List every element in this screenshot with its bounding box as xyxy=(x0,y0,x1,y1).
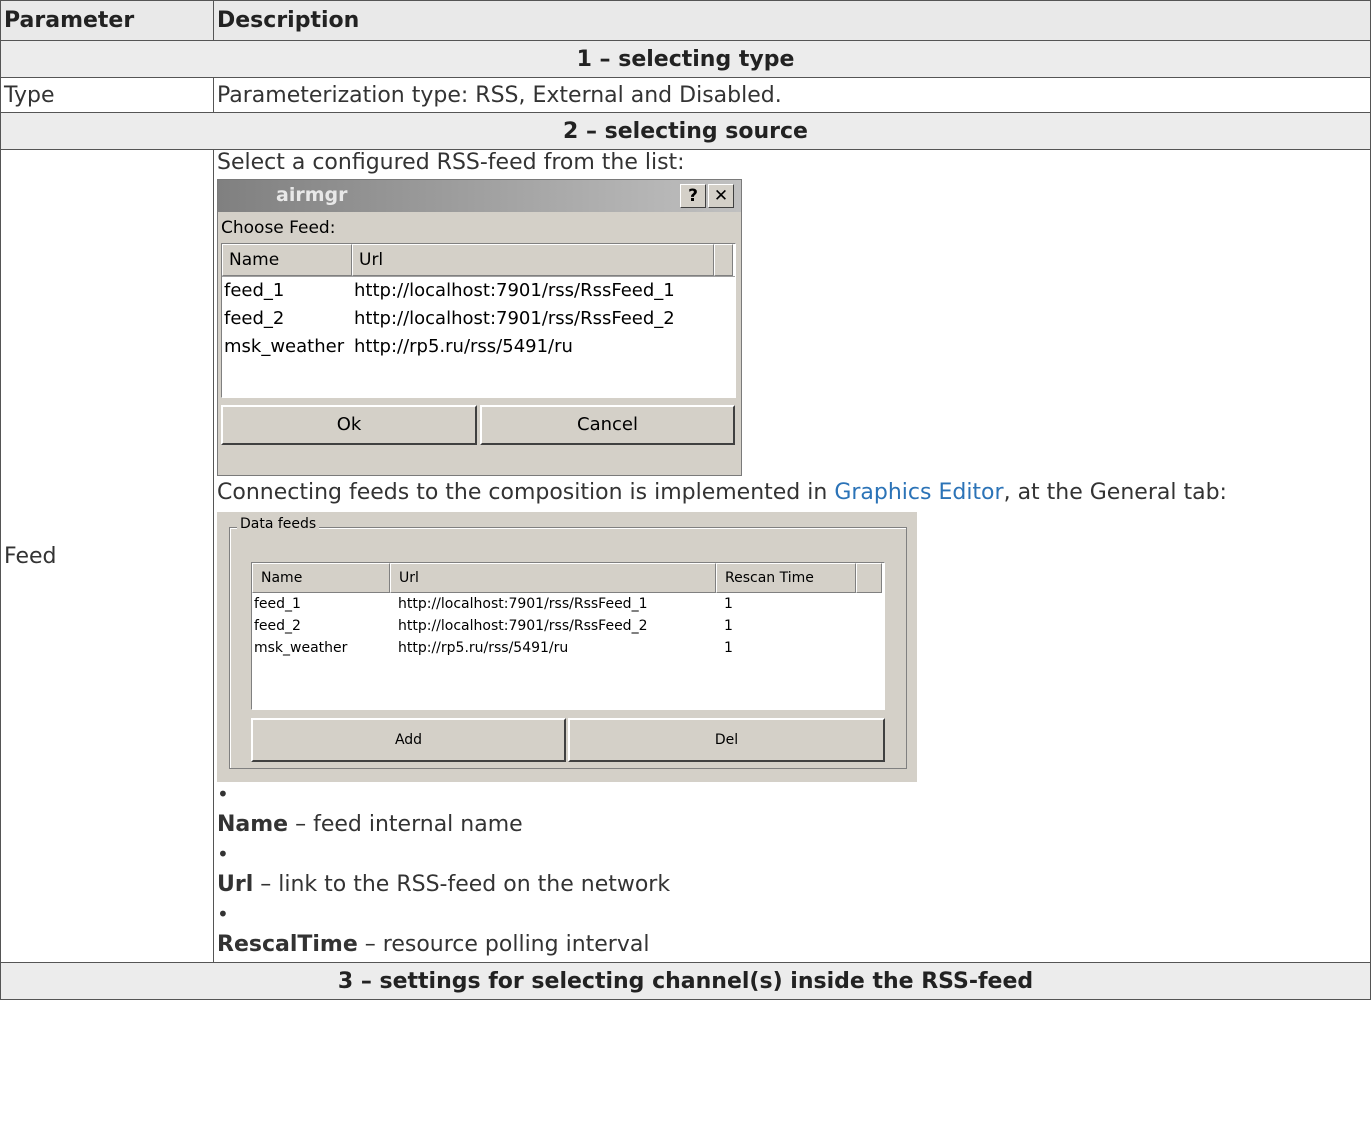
choose-feed-dialog: airmgr ? ✕ Choose Feed: Name Url feed_1 … xyxy=(217,179,742,476)
table-row: Feed Select a configured RSS-feed from t… xyxy=(0,149,1371,963)
bullet-term: Url xyxy=(217,872,254,897)
data-feeds-panel: Data feeds Name Url Rescan Time feed_1 h… xyxy=(217,512,917,782)
section-3-title: 3 – settings for selecting channel(s) in… xyxy=(0,962,1371,1000)
add-button[interactable]: Add xyxy=(251,718,566,762)
bullet-text: – feed internal name xyxy=(288,812,523,837)
close-icon[interactable]: ✕ xyxy=(708,184,734,208)
list-item[interactable]: msk_weather http://rp5.ru/rss/5491/ru xyxy=(222,333,735,361)
section-1-title: 1 – selecting type xyxy=(0,40,1371,78)
table-row[interactable]: msk_weather http://rp5.ru/rss/5491/ru 1 xyxy=(252,637,884,659)
list-item[interactable]: feed_2 http://localhost:7901/rss/RssFeed… xyxy=(222,305,735,333)
bullet-item: Name – feed internal name xyxy=(217,808,1367,842)
param-type: Type xyxy=(0,77,214,113)
dialog-titlebar: airmgr ? ✕ xyxy=(218,180,741,212)
feed-intro: Select a configured RSS-feed from the li… xyxy=(217,150,685,175)
feed-name: msk_weather xyxy=(254,640,348,656)
section-row: 1 – selecting type xyxy=(0,40,1371,78)
column-header-name[interactable]: Name xyxy=(252,563,390,593)
desc-type: Parameterization type: RSS, External and… xyxy=(213,77,1371,113)
feed-name: feed_2 xyxy=(254,618,301,634)
ok-button[interactable]: Ok xyxy=(221,405,477,445)
feed-rescan-time: 1 xyxy=(724,640,733,656)
feed-rescan-time: 1 xyxy=(724,596,733,612)
graphics-editor-link[interactable]: Graphics Editor xyxy=(834,480,1003,505)
list-header: Name Url xyxy=(222,244,735,277)
column-header-url[interactable]: Url xyxy=(352,244,714,276)
desc-feed: Select a configured RSS-feed from the li… xyxy=(213,149,1371,963)
header-parameter: Parameter xyxy=(0,0,214,41)
bullet-text: – resource polling interval xyxy=(357,932,650,957)
feed-name: feed_2 xyxy=(224,308,285,329)
feed-name: feed_1 xyxy=(224,280,285,301)
feed-url: http://rp5.ru/rss/5491/ru xyxy=(354,336,573,357)
section-row: 3 – settings for selecting channel(s) in… xyxy=(0,962,1371,1000)
table-header-row: Parameter Description xyxy=(0,0,1371,41)
feed-rescan-time: 1 xyxy=(724,618,733,634)
list-item[interactable]: feed_1 http://localhost:7901/rss/RssFeed… xyxy=(222,277,735,305)
connecting-text: Connecting feeds to the composition is i… xyxy=(217,478,1367,508)
table-row: Type Parameterization type: RSS, Externa… xyxy=(0,77,1371,113)
del-button[interactable]: Del xyxy=(568,718,885,762)
bullet-text: – link to the RSS-feed on the network xyxy=(253,872,671,897)
feed-url: http://rp5.ru/rss/5491/ru xyxy=(398,640,569,656)
param-feed: Feed xyxy=(0,149,214,963)
column-header-rescan-time[interactable]: Rescan Time xyxy=(716,563,856,593)
feed-listbox[interactable]: Name Url feed_1 http://localhost:7901/rs… xyxy=(221,243,736,398)
connecting-text-before: Connecting feeds to the composition is i… xyxy=(217,480,835,505)
section-2-title: 2 – selecting source xyxy=(0,112,1371,150)
data-feeds-legend: Data feeds xyxy=(237,516,320,532)
choose-feed-label: Choose Feed: xyxy=(221,218,336,238)
column-header-url[interactable]: Url xyxy=(390,563,716,593)
feed-name: msk_weather xyxy=(224,336,345,357)
feed-url: http://localhost:7901/rss/RssFeed_1 xyxy=(398,596,648,612)
list-header: Name Url Rescan Time xyxy=(252,563,884,593)
feed-url: http://localhost:7901/rss/RssFeed_1 xyxy=(354,280,675,301)
help-icon[interactable]: ? xyxy=(680,184,706,208)
feed-name: feed_1 xyxy=(254,596,301,612)
feed-url: http://localhost:7901/rss/RssFeed_2 xyxy=(398,618,648,634)
column-header-filler xyxy=(856,563,882,593)
column-header-filler xyxy=(714,244,733,276)
cancel-button[interactable]: Cancel xyxy=(480,405,735,445)
bullet-item: Url – link to the RSS-feed on the networ… xyxy=(217,868,1367,902)
bullet-icon: • xyxy=(217,842,229,866)
bullet-item: RescalTime – resource polling interval xyxy=(217,928,1367,962)
bullet-term: Name xyxy=(217,812,289,837)
table-row[interactable]: feed_2 http://localhost:7901/rss/RssFeed… xyxy=(252,615,884,637)
section-row: 2 – selecting source xyxy=(0,112,1371,150)
data-feeds-list[interactable]: Name Url Rescan Time feed_1 http://local… xyxy=(251,562,885,710)
parameter-table: Parameter Description 1 – selecting type… xyxy=(0,0,1371,1000)
bullet-term: RescalTime xyxy=(217,932,358,957)
bullet-icon: • xyxy=(217,902,229,926)
dialog-title: airmgr xyxy=(276,184,348,206)
header-description: Description xyxy=(213,0,1371,41)
feed-url: http://localhost:7901/rss/RssFeed_2 xyxy=(354,308,675,329)
bullet-icon: • xyxy=(217,782,229,806)
connecting-text-after: , at the General tab: xyxy=(1003,480,1227,505)
table-row[interactable]: feed_1 http://localhost:7901/rss/RssFeed… xyxy=(252,593,884,615)
column-header-name[interactable]: Name xyxy=(222,244,352,276)
